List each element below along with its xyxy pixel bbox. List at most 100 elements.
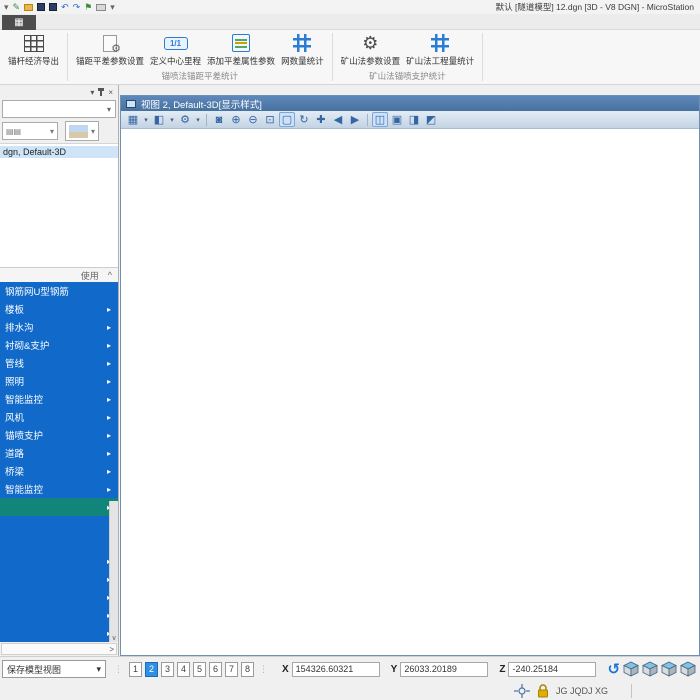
window-area-icon[interactable]: ⊡ (262, 112, 278, 127)
view-title-bar[interactable]: 视图 2, Default-3D[显示样式] (121, 96, 699, 111)
menu-item[interactable]: ▸ (0, 570, 118, 588)
view-toggle-1[interactable]: 1 (129, 662, 142, 677)
define-center-mileage-button[interactable]: 1/1 定义中心里程 (147, 32, 204, 68)
menu-item-highlighted[interactable]: ▸ (0, 498, 118, 516)
chevron-down-icon[interactable]: ▾ (168, 116, 176, 124)
view-toggle-2[interactable]: 2 (145, 662, 158, 677)
usage-header[interactable]: 使用 ^ (0, 267, 118, 282)
chevron-down-icon: ▾ (107, 105, 111, 114)
clip-mask-icon[interactable]: ◨ (406, 112, 422, 127)
open-folder-icon[interactable] (24, 4, 33, 11)
view-toggle-6[interactable]: 6 (209, 662, 222, 677)
menu-item[interactable]: 钢筋网U型钢筋 (0, 282, 118, 300)
mileage-badge-icon: 1/1 (164, 37, 188, 50)
ribbon-tab-strip: ▦ (0, 14, 700, 30)
mining-method-settings-button[interactable]: ⚙ 矿山法参数设置 (338, 32, 404, 68)
view-previous-icon[interactable]: ◀ (330, 112, 346, 127)
list-item-selected[interactable]: dgn, Default-3D (0, 146, 118, 158)
list-style-dropdown[interactable]: ▤▤ ▾ (2, 122, 58, 140)
grip-handle[interactable]: ⋮ (114, 664, 124, 675)
menu-item[interactable]: 排水沟▸ (0, 318, 118, 336)
z-coordinate-input[interactable] (508, 662, 596, 677)
view-setup-icon[interactable]: ⚙ (177, 112, 193, 127)
menu-item[interactable]: 管线▸ (0, 354, 118, 372)
pan-view-icon[interactable]: ✚ (313, 112, 329, 127)
zoom-out-icon[interactable]: ⊖ (245, 112, 261, 127)
panel-dropdown[interactable]: ▾ (2, 100, 116, 118)
chevron-down-icon[interactable]: ▾ (194, 116, 202, 124)
close-icon[interactable]: × (108, 88, 113, 97)
undo-icon[interactable]: ↶ (61, 3, 69, 12)
viewport-canvas[interactable] (121, 129, 699, 655)
saved-views-combo[interactable]: 保存模型视图 ▾ (2, 660, 106, 678)
vertical-scrollbar[interactable]: ∨ (109, 501, 118, 642)
menu-caret-icon[interactable]: ▾ (4, 3, 9, 12)
export-report-button[interactable]: 锚杆经济导出 (5, 32, 62, 68)
view-toggle-3[interactable]: 3 (161, 662, 174, 677)
view-next-icon[interactable]: ▶ (347, 112, 363, 127)
snap-mode-icon[interactable] (514, 684, 530, 698)
window-title: 默认 [隧道模型] 12.dgn [3D - V8 DGN] - MicroSt… (496, 1, 694, 13)
menu-item[interactable] (0, 534, 118, 552)
save-settings-icon[interactable] (49, 3, 57, 11)
menu-item[interactable]: 楼板▸ (0, 300, 118, 318)
print-icon[interactable] (96, 4, 106, 11)
menu-item[interactable] (0, 516, 118, 534)
parameter-list-icon (232, 34, 250, 52)
view-cube-icon[interactable] (661, 661, 677, 677)
view-toggle-7[interactable]: 7 (225, 662, 238, 677)
menu-item[interactable]: 照明▸ (0, 372, 118, 390)
horizontal-scrollbar[interactable]: > (1, 643, 117, 655)
view-attributes-icon[interactable]: ▦ (125, 112, 141, 127)
quick-access-more-caret[interactable]: ▾ (110, 3, 115, 12)
y-coordinate-input[interactable] (400, 662, 488, 677)
copy-view-icon[interactable]: ◫ (372, 112, 388, 127)
acs-rotation-icon[interactable]: ↺ (607, 660, 620, 678)
active-level-text[interactable]: JG JQDJ XG (556, 686, 608, 696)
view-toggle-4[interactable]: 4 (177, 662, 190, 677)
zoom-in-icon[interactable]: ⊕ (228, 112, 244, 127)
ribbon-separator (482, 33, 483, 81)
menu-item[interactable]: ▸ (0, 624, 118, 642)
redo-icon[interactable]: ↷ (73, 3, 81, 12)
view-cube-icon[interactable] (642, 661, 658, 677)
view-toggle-8[interactable]: 8 (241, 662, 254, 677)
view-window: 视图 2, Default-3D[显示样式] ▦ ▾ ◧ ▾ ⚙ ▾ ◙ ⊕ ⊖… (120, 95, 700, 656)
mining-quantity-stats-button[interactable]: 矿山法工程量统计 (403, 32, 477, 68)
menu-item[interactable]: 道路▸ (0, 444, 118, 462)
anchor-adjust-settings-button[interactable]: ⚙ 锚距平差参数设置 (73, 32, 147, 68)
mesh-quantity-stats-button[interactable]: 网数量统计 (278, 32, 327, 68)
lock-icon[interactable] (537, 684, 549, 698)
panel-caret-icon[interactable]: ▾ (90, 88, 94, 97)
menu-item[interactable]: ▸ (0, 606, 118, 624)
menu-item[interactable]: 智能监控▸ (0, 390, 118, 408)
menu-item[interactable]: ▸ (0, 588, 118, 606)
pin-icon[interactable] (100, 89, 102, 96)
chevron-down-icon: ▾ (50, 127, 54, 136)
menu-item[interactable]: 锚喷支护▸ (0, 426, 118, 444)
display-style-icon[interactable]: ◧ (151, 112, 167, 127)
clip-volume-icon[interactable]: ▣ (389, 112, 405, 127)
grid-table-icon (24, 35, 44, 52)
ribbon-active-tab[interactable]: ▦ (2, 15, 36, 30)
flag-icon[interactable]: ⚑ (84, 3, 92, 12)
add-adjust-attribute-button[interactable]: 添加平差属性参数 (204, 32, 278, 68)
view-cube-icon[interactable] (680, 661, 696, 677)
chevron-down-icon[interactable]: ▾ (142, 116, 150, 124)
menu-item[interactable]: 桥梁▸ (0, 462, 118, 480)
fit-view-icon[interactable]: ▢ (279, 112, 295, 127)
perspective-icon[interactable]: ◩ (423, 112, 439, 127)
rotate-view-icon[interactable]: ↻ (296, 112, 312, 127)
pencil-icon[interactable]: ✎ (13, 3, 21, 12)
preview-image-dropdown[interactable]: ▾ (65, 121, 99, 141)
view-toggle-5[interactable]: 5 (193, 662, 206, 677)
grip-handle[interactable]: ⋮ (259, 664, 269, 675)
view-cube-icon[interactable] (623, 661, 639, 677)
x-coordinate-input[interactable] (292, 662, 380, 677)
menu-item[interactable]: 智能监控▸ (0, 480, 118, 498)
menu-item[interactable]: ▸ (0, 552, 118, 570)
save-icon[interactable] (37, 3, 45, 11)
update-view-icon[interactable]: ◙ (211, 112, 227, 127)
menu-item[interactable]: 衬砌&支护▸ (0, 336, 118, 354)
menu-item[interactable]: 风机▸ (0, 408, 118, 426)
